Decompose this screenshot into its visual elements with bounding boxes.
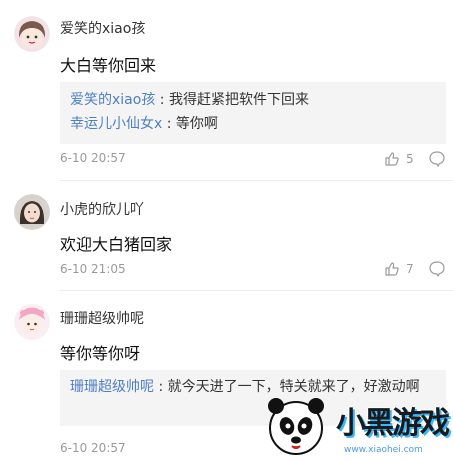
comment-bubble-icon[interactable] [428,150,446,168]
reply-item: 爱笑的xiao孩 : 我得赶紧把软件下回来 [70,88,436,112]
reply-separator: : [154,379,168,395]
watermark-url: www.xiaohei.com [344,445,423,455]
comment-divider [60,180,453,181]
reply-text: 我得赶紧把软件下回来 [168,92,309,108]
like-button[interactable]: 7 [384,260,424,278]
comment-username[interactable]: 爱笑的xiao孩 [60,18,145,38]
like-button[interactable]: 5 [384,150,424,168]
thumbs-up-icon [385,152,399,166]
comment-username[interactable]: 珊珊超级帅呢 [60,308,144,328]
avatar-girl-photo [14,194,50,230]
comment-text: 等你等你呀 [60,344,141,363]
reply-box[interactable]: 爱笑的xiao孩 : 我得赶紧把软件下回来 幸运儿小仙女x : 等你啊 [60,82,446,144]
comment-timestamp: 6-10 21:05 [60,262,126,276]
comment-timestamp: 6-10 20:57 [60,441,126,455]
comment-divider [60,290,453,291]
comment-text: 大白等你回来 [60,56,157,75]
avatar-pink-hat-girl [14,304,50,340]
watermark-brand: 小黑游戏 [336,406,450,441]
reply-item: 幸运儿小仙女x : 等你啊 [70,112,436,136]
like-count: 7 [406,262,414,276]
avatar[interactable] [14,194,50,230]
avatar[interactable] [14,304,50,340]
reply-username[interactable]: 爱笑的xiao孩 [70,92,155,108]
comment-text: 欢迎大白猪回家 [60,235,173,254]
avatar[interactable] [14,16,50,52]
comment-username[interactable]: 小虎的欣儿吖 [60,199,144,219]
reply-separator: : [162,116,176,132]
comment-timestamp: 6-10 20:57 [60,151,126,165]
reply-username[interactable]: 幸运儿小仙女x [70,116,162,132]
like-count: 5 [406,152,414,166]
avatar-cartoon-girl [14,16,50,52]
comment-bubble-icon[interactable] [428,260,446,278]
thumbs-up-icon [385,262,399,276]
reply-username[interactable]: 珊珊超级帅呢 [70,379,154,395]
reply-text: 等你啊 [175,116,218,132]
reply-separator: : [155,92,169,108]
panda-logo [268,398,324,455]
